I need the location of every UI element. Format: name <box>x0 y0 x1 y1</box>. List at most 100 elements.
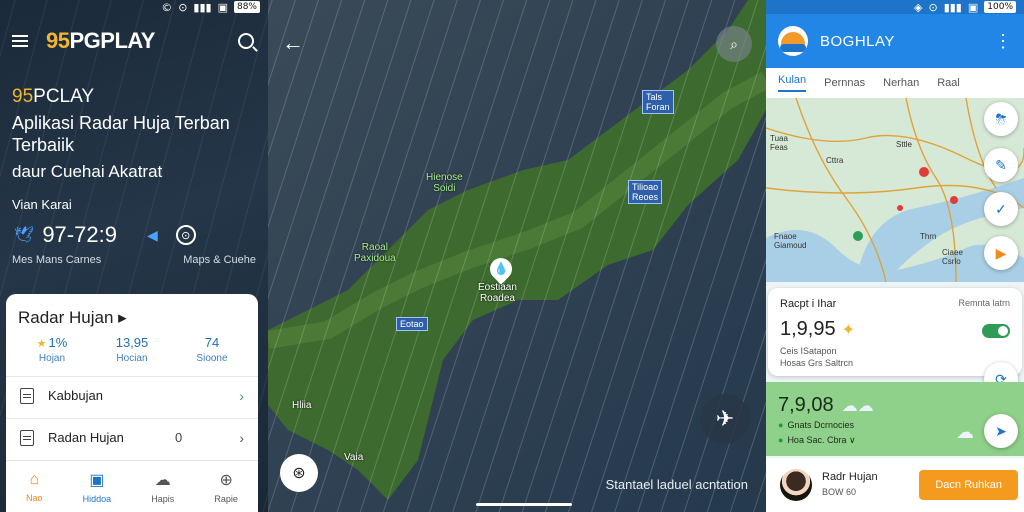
temperature-row: 🕊 97-72:9 ◀ ⊙ <box>14 222 196 248</box>
user-name: Radr Hujan <box>822 471 878 483</box>
forecast-sub: ● Gnats Dcrnocies <box>778 420 854 430</box>
edit-icon[interactable]: ✎ <box>984 148 1018 182</box>
home-screen: © ⊙ ▮▮▮ ▣ 88% 95PGPLAY 95PCLAY Aplikasi … <box>0 0 268 512</box>
forecast-value-row: 7,9,08 ☁☁ <box>778 394 1012 417</box>
signal-icon: ▮▮▮ <box>193 0 212 14</box>
app-logo <box>778 26 808 56</box>
map-place-label: Thrn <box>920 232 937 241</box>
tab-weather[interactable]: ☁ Hapis <box>151 470 174 504</box>
alert-toggle[interactable] <box>982 324 1010 338</box>
status-icon: ⊙ <box>178 0 188 14</box>
user-card: Radr Hujan BOW 60 Dacn Ruhkan <box>766 458 1024 512</box>
stat-item: 74 Sioone <box>176 335 248 364</box>
layers-icon[interactable]: ⛈ <box>984 102 1018 136</box>
tab-video[interactable]: ▣ Hiddoa <box>83 470 112 504</box>
location-label: Vian Karai <box>12 197 72 212</box>
forecast-card: 7,9,08 ☁☁ ● Gnats Dcrnocies ● Hoa Sac. Cbr… <box>766 382 1024 456</box>
bottom-tab-bar: ⌂ Nao ▣ Hiddoa ☁ Hapis ⊕ Rapie <box>6 460 258 512</box>
map-place-label: Fnaoe Giamoud <box>774 232 807 250</box>
user-info: Radr Hujan BOW 60 <box>822 470 878 500</box>
stat-value: 74 <box>204 335 220 350</box>
map-region-tag[interactable]: Tals Foran <box>642 90 674 114</box>
back-arrow-icon[interactable]: ← <box>282 30 304 56</box>
radar-map[interactable] <box>268 0 766 512</box>
chevron-right-icon: › <box>239 387 244 404</box>
map-region-tag[interactable]: Tilioao Reoes <box>628 180 663 204</box>
tab-bar: Kulan Pernnas Nerhan Raal <box>766 68 1024 98</box>
status-bar: © ⊙ ▮▮▮ ▣ 88% <box>0 0 268 14</box>
top-app-bar: 95PGPLAY <box>12 26 254 56</box>
hero-subtitle: daur Cuehai Akatrat <box>12 162 163 181</box>
sun-icon: ✦ <box>841 321 856 339</box>
temperature-value: 97-72:9 <box>42 222 117 247</box>
tab-kulan[interactable]: Kulan <box>778 74 807 92</box>
tab-pernnas[interactable]: Pernnas <box>824 77 865 89</box>
navigation-icon[interactable]: ➤ <box>984 414 1018 448</box>
map-place-label: Raoal Paxidoua <box>354 242 396 264</box>
status-icon: ▣ <box>967 0 979 14</box>
map-place-label: Hliia <box>292 400 312 411</box>
radar-map-screen: ← ⌕ Hienose Soidi Raoal Paxidoua Eostiaan R… <box>268 0 766 512</box>
flag-icon: ◀ <box>146 226 158 243</box>
search-icon[interactable] <box>238 33 254 49</box>
profile-icon: ⊕ <box>219 471 233 489</box>
status-bar: ◈ ⊙ ▮▮▮ ▣ 100% <box>766 0 1024 14</box>
forecast-value: 7,9,08 <box>778 394 834 416</box>
info-card-value: 1,9,95 <box>780 318 836 340</box>
battery-indicator: 88% <box>233 1 260 13</box>
tab-raal[interactable]: Raal <box>937 77 960 89</box>
cloud-icon: ☁☁ <box>841 397 874 415</box>
map-search-button[interactable]: ⌕ <box>716 26 752 62</box>
list-item-label: Kabbujan <box>48 388 103 403</box>
map-attribution: Stantael laduel acntation <box>605 477 748 492</box>
airplane-icon[interactable]: ✈ <box>700 394 750 444</box>
app-title: BOGHLAY <box>820 32 895 50</box>
stats-row: 1% Hojan 13,95 Hocian 74 Sioone <box>16 335 248 364</box>
stat-item: 1% Hojan <box>16 335 88 364</box>
play-icon[interactable]: ▶ <box>984 236 1018 270</box>
status-icon: ◈ <box>914 0 923 14</box>
menu-icon[interactable] <box>12 35 28 47</box>
info-card: Racpt i Ihar Remnta latrn 1,9,95 ✦ Ceis … <box>768 288 1022 376</box>
map-place-label: Tuaa Feas <box>770 134 788 152</box>
check-icon[interactable]: ✓ <box>984 192 1018 226</box>
more-options-icon[interactable]: ⋮ <box>994 31 1012 52</box>
forecast-sub[interactable]: ● Hoa Sac. Cbra ∨ <box>778 434 1012 447</box>
info-icon[interactable]: ⊙ <box>175 225 196 245</box>
stat-value: 13,95 <box>115 335 149 350</box>
list-item[interactable]: Radan Hujan 0 › <box>6 418 258 456</box>
list-item-label: Radan Hujan <box>48 430 124 445</box>
tab-home[interactable]: ⌂ Nao <box>26 471 43 503</box>
caption-row: Mes Mans Carnes Maps & Cuehe <box>12 254 256 266</box>
stat-value: 1% <box>16 335 88 350</box>
info-card-value-row: 1,9,95 ✦ <box>780 318 1010 341</box>
chevron-right-icon: › <box>239 429 244 446</box>
card-title[interactable]: Radar Hujan ▸ <box>18 308 127 328</box>
tab-nerhan[interactable]: Nerhan <box>883 77 919 89</box>
stat-label: Hojan <box>38 353 66 364</box>
hero-brand: 95PCLAY <box>12 86 95 107</box>
info-card-header: Racpt i Ihar Remnta latrn <box>780 298 1010 310</box>
info-card-sub: Hosas Grs Saltrcn <box>780 358 854 368</box>
map-region-tag[interactable]: Eotao <box>396 317 428 331</box>
stat-item: 13,95 Hocian <box>96 335 168 364</box>
status-icon: ⊙ <box>928 0 938 14</box>
map-place-label: Ciaee Csrlo <box>942 248 963 266</box>
user-sub: BOW 60 <box>822 487 857 497</box>
caption-right[interactable]: Maps & Cuehe <box>183 254 256 266</box>
list-item[interactable]: Kabbujan › <box>6 376 258 414</box>
hero-title: Aplikasi Radar Huja Terban Terbaiik <box>12 113 230 155</box>
stat-label: Hocian <box>116 353 148 364</box>
tab-profile[interactable]: ⊕ Rapie <box>214 470 238 504</box>
grid-icon: ▣ <box>89 471 105 489</box>
compass-icon[interactable]: ⊛ <box>280 454 318 492</box>
avatar[interactable] <box>780 469 812 501</box>
caption-left: Mes Mans Carnes <box>12 254 102 266</box>
cta-button[interactable]: Dacn Ruhkan <box>919 470 1018 500</box>
map-place-label: Hienose Soidi <box>426 172 463 194</box>
list-item-count: 0 <box>174 430 183 445</box>
info-card-meta: Remnta latrn <box>958 298 1010 308</box>
status-icon: ▣ <box>217 0 228 14</box>
home-icon: ⌂ <box>29 470 40 488</box>
home-indicator[interactable] <box>476 503 572 506</box>
